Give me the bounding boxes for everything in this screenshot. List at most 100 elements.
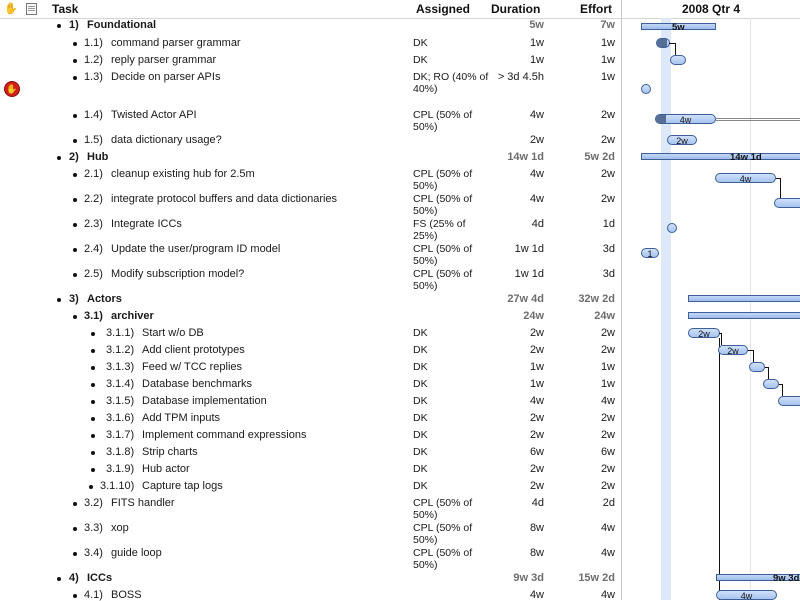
task-name[interactable]: command parser grammar [111, 37, 241, 49]
task-duration[interactable]: 8w [480, 522, 544, 534]
task-name[interactable]: Database implementation [142, 395, 267, 407]
task-duration[interactable]: 27w 4d [480, 293, 544, 305]
task-duration[interactable]: 2w [480, 429, 544, 441]
task-effort[interactable]: 2w [552, 429, 615, 441]
task-duration[interactable]: 4w [480, 589, 544, 601]
task-name[interactable]: Strip charts [142, 446, 198, 458]
task-effort[interactable]: 4w [552, 547, 615, 559]
task-name[interactable]: Start w/o DB [142, 327, 204, 339]
task-duration[interactable]: 1w [480, 37, 544, 49]
task-name[interactable]: Actors [87, 293, 122, 305]
task-name[interactable]: cleanup existing hub for 2.5m [111, 168, 255, 180]
stop-hand-icon[interactable]: ✋ [4, 81, 20, 97]
task-duration[interactable]: 4d [480, 497, 544, 509]
task-name[interactable]: Capture tap logs [142, 480, 223, 492]
gantt-summary-bar[interactable]: 9w 3d [716, 574, 800, 583]
task-effort[interactable]: 1w [552, 378, 615, 390]
task-effort[interactable]: 2w [552, 412, 615, 424]
task-effort[interactable]: 2w [552, 134, 615, 146]
task-duration[interactable]: 2w [480, 344, 544, 356]
task-name[interactable]: integrate protocol buffers and data dict… [111, 193, 337, 205]
task-duration[interactable]: 24w [480, 310, 544, 322]
task-name[interactable]: Decide on parser APIs [111, 71, 220, 83]
task-name[interactable]: Database benchmarks [142, 378, 252, 390]
task-duration[interactable]: 4w [480, 168, 544, 180]
task-name[interactable]: Add client prototypes [142, 344, 245, 356]
hand-icon[interactable]: ✋ [4, 3, 18, 15]
gantt-task-bar[interactable]: 4w [655, 114, 716, 125]
task-effort[interactable]: 3d [552, 268, 615, 280]
task-effort[interactable]: 6w [552, 446, 615, 458]
gantt-summary-bar[interactable] [688, 295, 800, 302]
task-duration[interactable]: 5w [480, 19, 544, 31]
task-effort[interactable]: 2w [552, 344, 615, 356]
gantt-task-bar[interactable] [749, 362, 765, 372]
gantt-task-bar[interactable] [656, 38, 670, 48]
task-name[interactable]: Twisted Actor API [111, 109, 197, 121]
gantt-task-bar[interactable]: 2w [688, 328, 720, 339]
task-duration[interactable]: 1w 1d [480, 243, 544, 255]
task-name[interactable]: guide loop [111, 547, 162, 559]
column-header-task[interactable]: Task [52, 2, 78, 16]
gantt-task-bar[interactable] [763, 379, 779, 389]
gantt-task-bar[interactable]: 4w [716, 590, 777, 600]
task-name[interactable]: FITS handler [111, 497, 175, 509]
task-duration[interactable]: 2w [480, 412, 544, 424]
task-effort[interactable]: 2w [552, 109, 615, 121]
task-name[interactable]: Add TPM inputs [142, 412, 220, 424]
task-name[interactable]: Modify subscription model? [111, 268, 244, 280]
task-duration[interactable]: 1w [480, 378, 544, 390]
task-effort[interactable]: 1w [552, 361, 615, 373]
task-effort[interactable]: 2w [552, 480, 615, 492]
task-effort[interactable]: 1w [552, 37, 615, 49]
task-effort[interactable]: 5w 2d [552, 151, 615, 163]
gantt-task-bar[interactable]: 4w [715, 173, 776, 184]
gantt-summary-bar[interactable]: 5w [641, 23, 716, 32]
task-duration[interactable]: 4w [480, 193, 544, 205]
task-name[interactable]: Hub actor [142, 463, 190, 475]
gantt-task-bar[interactable]: 2w [667, 135, 697, 146]
task-name[interactable]: Feed w/ TCC replies [142, 361, 242, 373]
task-name[interactable]: archiver [111, 310, 154, 322]
gantt-task-bar[interactable] [670, 55, 686, 65]
notes-icon[interactable] [26, 3, 37, 15]
task-duration[interactable]: 2w [480, 480, 544, 492]
task-effort[interactable]: 1d [552, 218, 615, 230]
task-duration[interactable]: 1w [480, 361, 544, 373]
task-name[interactable]: data dictionary usage? [111, 134, 222, 146]
task-name[interactable]: xop [111, 522, 129, 534]
task-duration[interactable]: > 3d 4.5h [480, 71, 544, 83]
task-effort[interactable]: 1w [552, 54, 615, 66]
task-duration[interactable]: 4d [480, 218, 544, 230]
gantt-summary-bar[interactable] [688, 312, 800, 319]
task-effort[interactable]: 15w 2d [552, 572, 615, 584]
task-duration[interactable]: 8w [480, 547, 544, 559]
column-header-effort[interactable]: Effort [580, 2, 612, 16]
column-header-duration[interactable]: Duration [491, 2, 540, 16]
task-effort[interactable]: 32w 2d [552, 293, 615, 305]
task-name[interactable]: ICCs [87, 572, 112, 584]
task-effort[interactable]: 24w [552, 310, 615, 322]
task-duration[interactable]: 2w [480, 327, 544, 339]
task-effort[interactable]: 4w [552, 522, 615, 534]
task-name[interactable]: Update the user/program ID model [111, 243, 280, 255]
task-duration[interactable]: 6w [480, 446, 544, 458]
task-duration[interactable]: 4w [480, 395, 544, 407]
gantt-task-bar[interactable]: 2w [718, 345, 748, 356]
task-effort[interactable]: 1w [552, 71, 615, 83]
gantt-task-bar[interactable] [778, 396, 800, 406]
task-duration[interactable]: 4w [480, 109, 544, 121]
gantt-task-bar[interactable] [774, 198, 800, 208]
task-effort[interactable]: 4w [552, 395, 615, 407]
task-effort[interactable]: 2d [552, 497, 615, 509]
task-effort[interactable]: 4w [552, 589, 615, 601]
task-name[interactable]: Hub [87, 151, 108, 163]
task-duration[interactable]: 1w [480, 54, 544, 66]
gantt-milestone[interactable] [667, 223, 677, 233]
task-effort[interactable]: 3d [552, 243, 615, 255]
task-duration[interactable]: 9w 3d [480, 572, 544, 584]
task-name[interactable]: Foundational [87, 19, 156, 31]
task-effort[interactable]: 7w [552, 19, 615, 31]
task-name[interactable]: Integrate ICCs [111, 218, 182, 230]
column-header-assigned[interactable]: Assigned [416, 2, 470, 16]
